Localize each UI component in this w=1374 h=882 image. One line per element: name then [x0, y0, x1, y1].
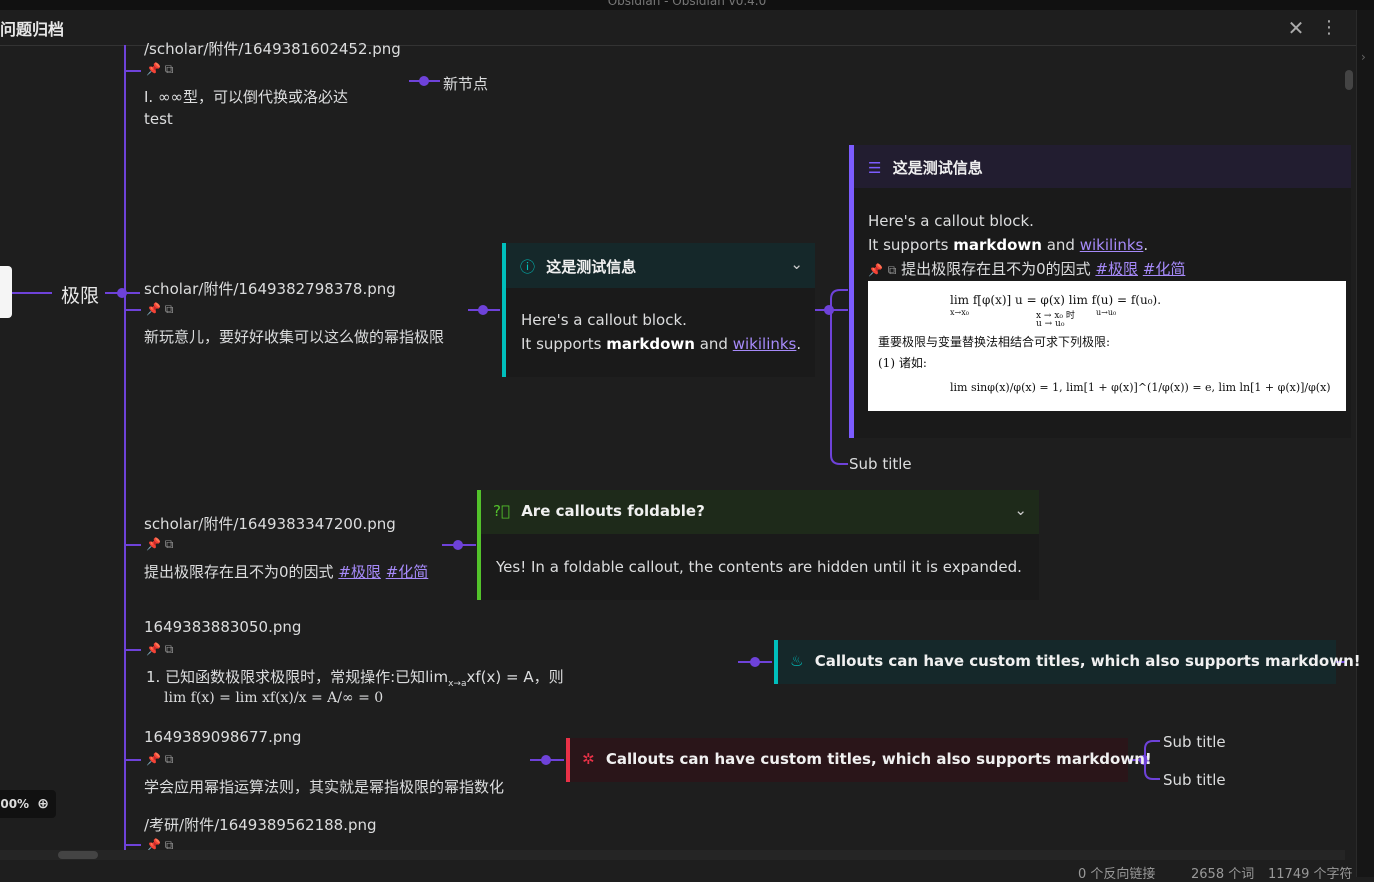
formula-line: lim sinφ(x)/φ(x) = 1, lim[1 + φ(x)]^(1/φ…: [950, 381, 1331, 394]
zoom-in-icon[interactable]: ⊕: [37, 796, 49, 812]
note-text: 提出极限存在且不为0的因式 #极限 #化简: [144, 563, 429, 581]
pin-icon[interactable]: 📌: [146, 642, 161, 656]
horizontal-scrollbar-track[interactable]: [0, 850, 1345, 860]
file-path-label: scholar/附件/1649382798378.png: [144, 280, 396, 298]
document-title: 问题归档: [0, 20, 65, 39]
sub-title-node[interactable]: Sub title: [849, 455, 912, 473]
item-actions: 📌 ⧉: [146, 642, 173, 657]
pin-icon[interactable]: 📌: [868, 263, 883, 277]
callout-line: It supports markdown and wikilinks.: [868, 236, 1149, 254]
info-icon: ⓘ: [520, 258, 536, 276]
callout-title: 这是测试信息: [892, 159, 983, 177]
new-node-label[interactable]: 新节点: [443, 73, 488, 94]
external-link-icon[interactable]: ⧉: [165, 838, 174, 850]
formula-cond: u → u₀: [1036, 319, 1065, 329]
formula-line: lim f[φ(x)] u = φ(x) lim f(u) = f(u₀).: [950, 293, 1162, 307]
sub-title-node[interactable]: Sub title: [1163, 733, 1226, 751]
word-count: 2658 个词: [1191, 867, 1255, 882]
file-path-label: /scholar/附件/1649381602452.png: [144, 40, 401, 58]
external-link-icon[interactable]: ⧉: [165, 302, 174, 316]
bug-callout[interactable]: ✲ Callouts can have custom titles, which…: [566, 738, 1152, 782]
help-circle-icon: ?⃝: [493, 502, 510, 520]
formula-image: lim f[φ(x)] u = φ(x) lim f(u) = f(u₀). x…: [868, 281, 1346, 411]
backlinks-count[interactable]: 0 个反向链接: [1078, 863, 1155, 882]
tag-simplify[interactable]: #化简: [386, 563, 429, 581]
pin-icon[interactable]: 📌: [146, 752, 161, 766]
callout-line: It supports markdown and wikilinks.: [521, 335, 802, 353]
window-title: Obsidian - Obsidian v0.4.0: [607, 0, 767, 8]
external-link-icon[interactable]: ⧉: [165, 62, 174, 76]
external-link-icon[interactable]: ⧉: [165, 642, 174, 656]
item-actions: 📌 ⧉: [146, 752, 173, 767]
item-actions: 📌 ⧉: [146, 62, 173, 77]
item-actions: 📌 ⧉: [146, 838, 173, 850]
vertical-scrollbar[interactable]: [1345, 70, 1353, 90]
callout-title: Callouts can have custom titles, which a…: [605, 750, 1152, 768]
item-actions: 📌 ⧉: [146, 537, 173, 552]
sub-title-node[interactable]: Sub title: [1163, 771, 1226, 789]
callout-header[interactable]: ?⃝ Are callouts foldable? ⌄: [481, 490, 1039, 534]
callout-title: Callouts can have custom titles, which a…: [814, 652, 1361, 670]
pin-icon[interactable]: 📌: [146, 302, 161, 316]
external-link-icon[interactable]: ⧉: [165, 752, 174, 766]
info-callout[interactable]: ⓘ 这是测试信息 ⌄ Here's a callout block. It su…: [502, 243, 815, 377]
formula-sub: u→u₀: [1096, 308, 1117, 317]
item-actions: 📌 ⧉: [146, 302, 173, 317]
wikilinks-link[interactable]: wikilinks: [733, 335, 797, 353]
tip-callout[interactable]: ♨ Callouts can have custom titles, which…: [774, 640, 1361, 684]
note-text: 新玩意儿，要好好收集可以这么做的幂指极限: [144, 328, 445, 346]
title-bar: Obsidian - Obsidian v0.4.0: [0, 0, 1374, 10]
expand-sidebar-icon[interactable]: ›: [1361, 50, 1366, 64]
external-link-icon[interactable]: ⧉: [165, 537, 174, 551]
bug-icon: ✲: [582, 750, 595, 768]
pin-icon[interactable]: 📌: [146, 537, 161, 551]
callout-line: Here's a callout block.: [868, 212, 1034, 230]
formula-text: lim f(x) = lim xf(x)/x = A/∞ = 0: [164, 690, 384, 706]
note-text: I. ∞∞型，可以倒代换或洛必达: [144, 88, 348, 106]
formula-line: 重要极限与变量替换法相结合可求下列极限:: [878, 335, 1111, 349]
list-icon: ☰: [868, 159, 882, 177]
flame-icon: ♨: [790, 652, 804, 670]
chevron-down-icon[interactable]: ⌄: [1014, 501, 1027, 519]
horizontal-scrollbar-thumb[interactable]: [58, 851, 98, 859]
root-node-handle[interactable]: [0, 266, 12, 318]
close-button[interactable]: ✕: [1286, 18, 1306, 38]
callout-body: Yes! In a foldable callout, the contents…: [496, 558, 1022, 576]
note-text: test: [144, 110, 173, 128]
note-text: 学会应用幂指运算法则，其实就是幂指极限的幂指数化: [144, 778, 505, 796]
wikilinks-link[interactable]: wikilinks: [1080, 236, 1144, 254]
char-count: 11749 个字符: [1268, 867, 1353, 882]
callout-body: Here's a callout block. It supports mark…: [854, 209, 1351, 282]
callout-header[interactable]: ♨ Callouts can have custom titles, which…: [778, 640, 1361, 684]
external-link-icon[interactable]: ⧉: [888, 263, 897, 277]
file-path-label: scholar/附件/1649383347200.png: [144, 515, 396, 533]
callout-body: Here's a callout block. It supports mark…: [506, 308, 815, 356]
formula-line: (1) 诸如:: [878, 356, 927, 370]
zoom-control[interactable]: 100% ⊕: [0, 790, 56, 818]
pin-icon[interactable]: 📌: [146, 62, 161, 76]
root-node-label[interactable]: 极限: [61, 281, 99, 308]
chevron-down-icon[interactable]: ⌄: [790, 255, 803, 273]
file-path-label: /考研/附件/1649389562188.png: [144, 816, 377, 834]
more-options-button[interactable]: ⋮: [1320, 16, 1338, 40]
callout-header[interactable]: ✲ Callouts can have custom titles, which…: [570, 738, 1152, 782]
callout-title: Are callouts foldable?: [521, 502, 705, 520]
zoom-level: 100%: [0, 797, 30, 811]
tag-limit[interactable]: #极限: [338, 563, 381, 581]
note-text: 1. 已知函数极限求极限时，常规操作:已知limx→axf(x) = A，则: [146, 668, 564, 689]
file-path-label: 1649383883050.png: [144, 618, 302, 636]
callout-header[interactable]: ☰ 这是测试信息: [854, 145, 1351, 188]
pin-icon[interactable]: 📌: [146, 838, 161, 850]
callout-line: Here's a callout block.: [521, 311, 687, 329]
callout-header[interactable]: ⓘ 这是测试信息 ⌄: [506, 243, 815, 288]
right-sidebar-rail: [1356, 10, 1374, 877]
formula-sub: x→x₀: [950, 308, 969, 317]
callout-title: 这是测试信息: [546, 258, 637, 276]
callout-line: 📌 ⧉ 提出极限存在且不为0的因式 #极限 #化简: [868, 260, 1186, 278]
tag-simplify[interactable]: #化简: [1143, 260, 1186, 278]
tag-limit[interactable]: #极限: [1095, 260, 1138, 278]
question-callout[interactable]: ?⃝ Are callouts foldable? ⌄ Yes! In a fo…: [477, 490, 1039, 600]
file-path-label: 1649389098677.png: [144, 728, 302, 746]
